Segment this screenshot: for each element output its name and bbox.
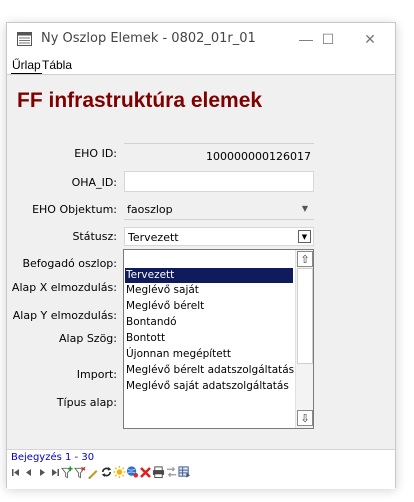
- print-icon[interactable]: [152, 464, 165, 480]
- eho-objektum-combo[interactable]: faoszlop ▼: [124, 199, 314, 220]
- oha-id-input[interactable]: [124, 171, 314, 192]
- refresh-icon[interactable]: [100, 464, 113, 480]
- record-counter: Bejegyzés 1 - 30: [11, 452, 95, 463]
- eho-id-field: 100000000126017: [124, 143, 314, 163]
- eho-objektum-label: EHO Objektum:: [32, 203, 117, 216]
- dropdown-option-meglevo-sajat-adatszolgaltatas[interactable]: Meglévő saját adatszolgáltatás: [125, 379, 293, 394]
- scroll-up-button[interactable]: ⇧: [297, 251, 313, 267]
- zoom-globe-icon[interactable]: [126, 464, 139, 480]
- befogado-oszlop-label: Befogadó oszlop:: [22, 257, 117, 270]
- transfer-icon[interactable]: [165, 464, 178, 480]
- oha-id-label: OHA_ID:: [71, 176, 117, 189]
- export-table-icon[interactable]: [178, 464, 191, 480]
- dropdown-option-meglevo-berelt-adatszolgaltatas[interactable]: Meglévő bérelt adatszolgáltatás: [125, 363, 294, 378]
- dropdown-option-tervezett[interactable]: Tervezett: [125, 268, 293, 283]
- alap-y-label: Alap Y elmozdulás:: [12, 309, 117, 322]
- dropdown-option-bontando[interactable]: Bontandó: [125, 315, 293, 330]
- alap-szog-label: Alap Szög:: [59, 332, 117, 345]
- chevron-down-icon[interactable]: ▼: [302, 204, 308, 213]
- new-record-sun-icon[interactable]: [113, 464, 126, 480]
- previous-record-icon[interactable]: [22, 464, 35, 480]
- title-bar[interactable]: Ny Oszlop Elemek - 0802_01r_01 — ☐ ✕: [7, 23, 395, 55]
- alap-x-label: Alap X elmozdulás:: [11, 281, 117, 294]
- dropdown-scrollbar[interactable]: ⇧ ⇩: [295, 250, 313, 428]
- filter-remove-icon[interactable]: [74, 464, 87, 480]
- eho-objektum-value: faoszlop: [127, 203, 173, 216]
- scrollbar-thumb[interactable]: [297, 268, 313, 364]
- navigation-toolbar: [9, 463, 191, 481]
- form-heading: FF infrastruktúra elemek: [17, 89, 263, 112]
- tab-bar: Űrlap Tábla: [7, 55, 395, 75]
- form-app-icon: [17, 32, 32, 46]
- first-record-icon[interactable]: [9, 464, 22, 480]
- close-button[interactable]: ✕: [359, 29, 381, 49]
- dropdown-option-ujonnan-megepitett[interactable]: Újonnan megépített: [125, 347, 293, 362]
- navigation-bar: Bejegyzés 1 - 30: [7, 449, 395, 489]
- edit-pencil-icon[interactable]: [87, 464, 100, 480]
- last-record-icon[interactable]: [48, 464, 61, 480]
- maximize-button[interactable]: ☐: [317, 29, 339, 49]
- minimize-button[interactable]: —: [295, 29, 317, 49]
- filter-add-icon[interactable]: [61, 464, 74, 480]
- statusz-dropdown-button[interactable]: ▼: [298, 230, 311, 243]
- tipus-alap-label: Típus alap:: [56, 396, 117, 409]
- eho-id-label: EHO ID:: [74, 147, 117, 160]
- tab-tabla[interactable]: Tábla: [41, 58, 73, 72]
- dropdown-option-meglevo-sajat[interactable]: Meglévő saját: [125, 283, 293, 298]
- statusz-value: Tervezett: [128, 231, 179, 244]
- form-window: Ny Oszlop Elemek - 0802_01r_01 — ☐ ✕ Űrl…: [6, 22, 396, 489]
- dropdown-option-meglevo-berelt[interactable]: Meglévő bérelt: [125, 299, 293, 314]
- window-title: Ny Oszlop Elemek - 0802_01r_01: [41, 31, 256, 46]
- tab-urlap[interactable]: Űrlap: [11, 58, 42, 74]
- delete-icon[interactable]: [139, 464, 152, 480]
- statusz-label: Státusz:: [72, 230, 117, 243]
- statusz-combo[interactable]: Tervezett ▼: [124, 227, 314, 246]
- dropdown-option-bontott[interactable]: Bontott: [125, 331, 293, 346]
- import-label: Import:: [76, 368, 117, 381]
- next-record-icon[interactable]: [35, 464, 48, 480]
- statusz-dropdown-list[interactable]: Tervezett Meglévő saját Meglévő bérelt B…: [123, 249, 314, 429]
- scroll-down-button[interactable]: ⇩: [297, 410, 313, 426]
